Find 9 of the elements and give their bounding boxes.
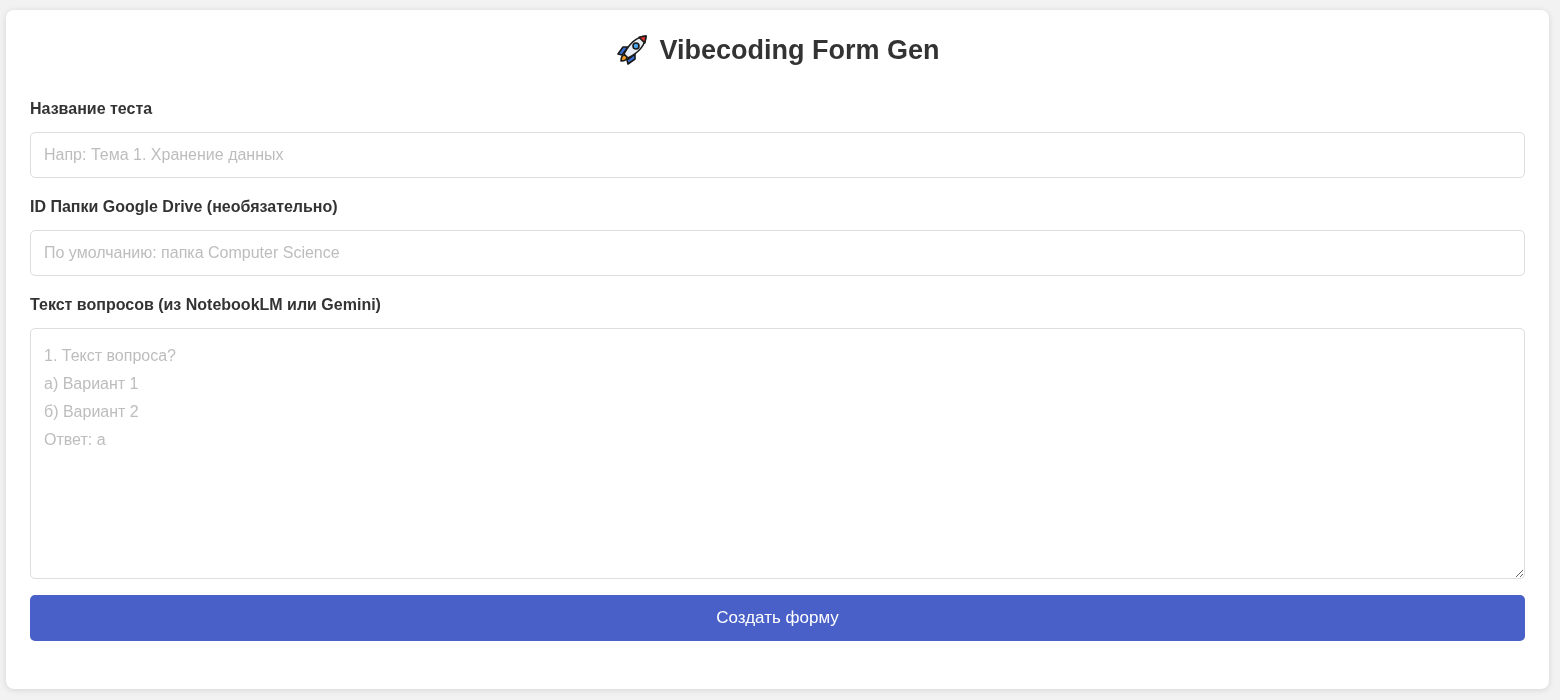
- app-title: Vibecoding Form Gen: [659, 34, 940, 67]
- field-label: Текст вопросов (из NotebookLM или Gemini): [30, 295, 382, 315]
- create-form-button[interactable]: Создать форму: [30, 595, 1525, 641]
- text-input-field[interactable]: Напр: Тема 1. Хранение данных: [30, 132, 1525, 178]
- questions-textarea[interactable]: 1. Текст вопроса? а) Вариант 1 б) Вариант 2 Ответ: а: [30, 328, 1525, 579]
- field-label: ID Папки Google Drive (необязательно): [30, 197, 339, 217]
- text-input-field[interactable]: По умолчанию: папка Computer Science: [30, 230, 1525, 276]
- field-label: Название теста: [30, 99, 154, 119]
- rocket-icon: [615, 33, 650, 67]
